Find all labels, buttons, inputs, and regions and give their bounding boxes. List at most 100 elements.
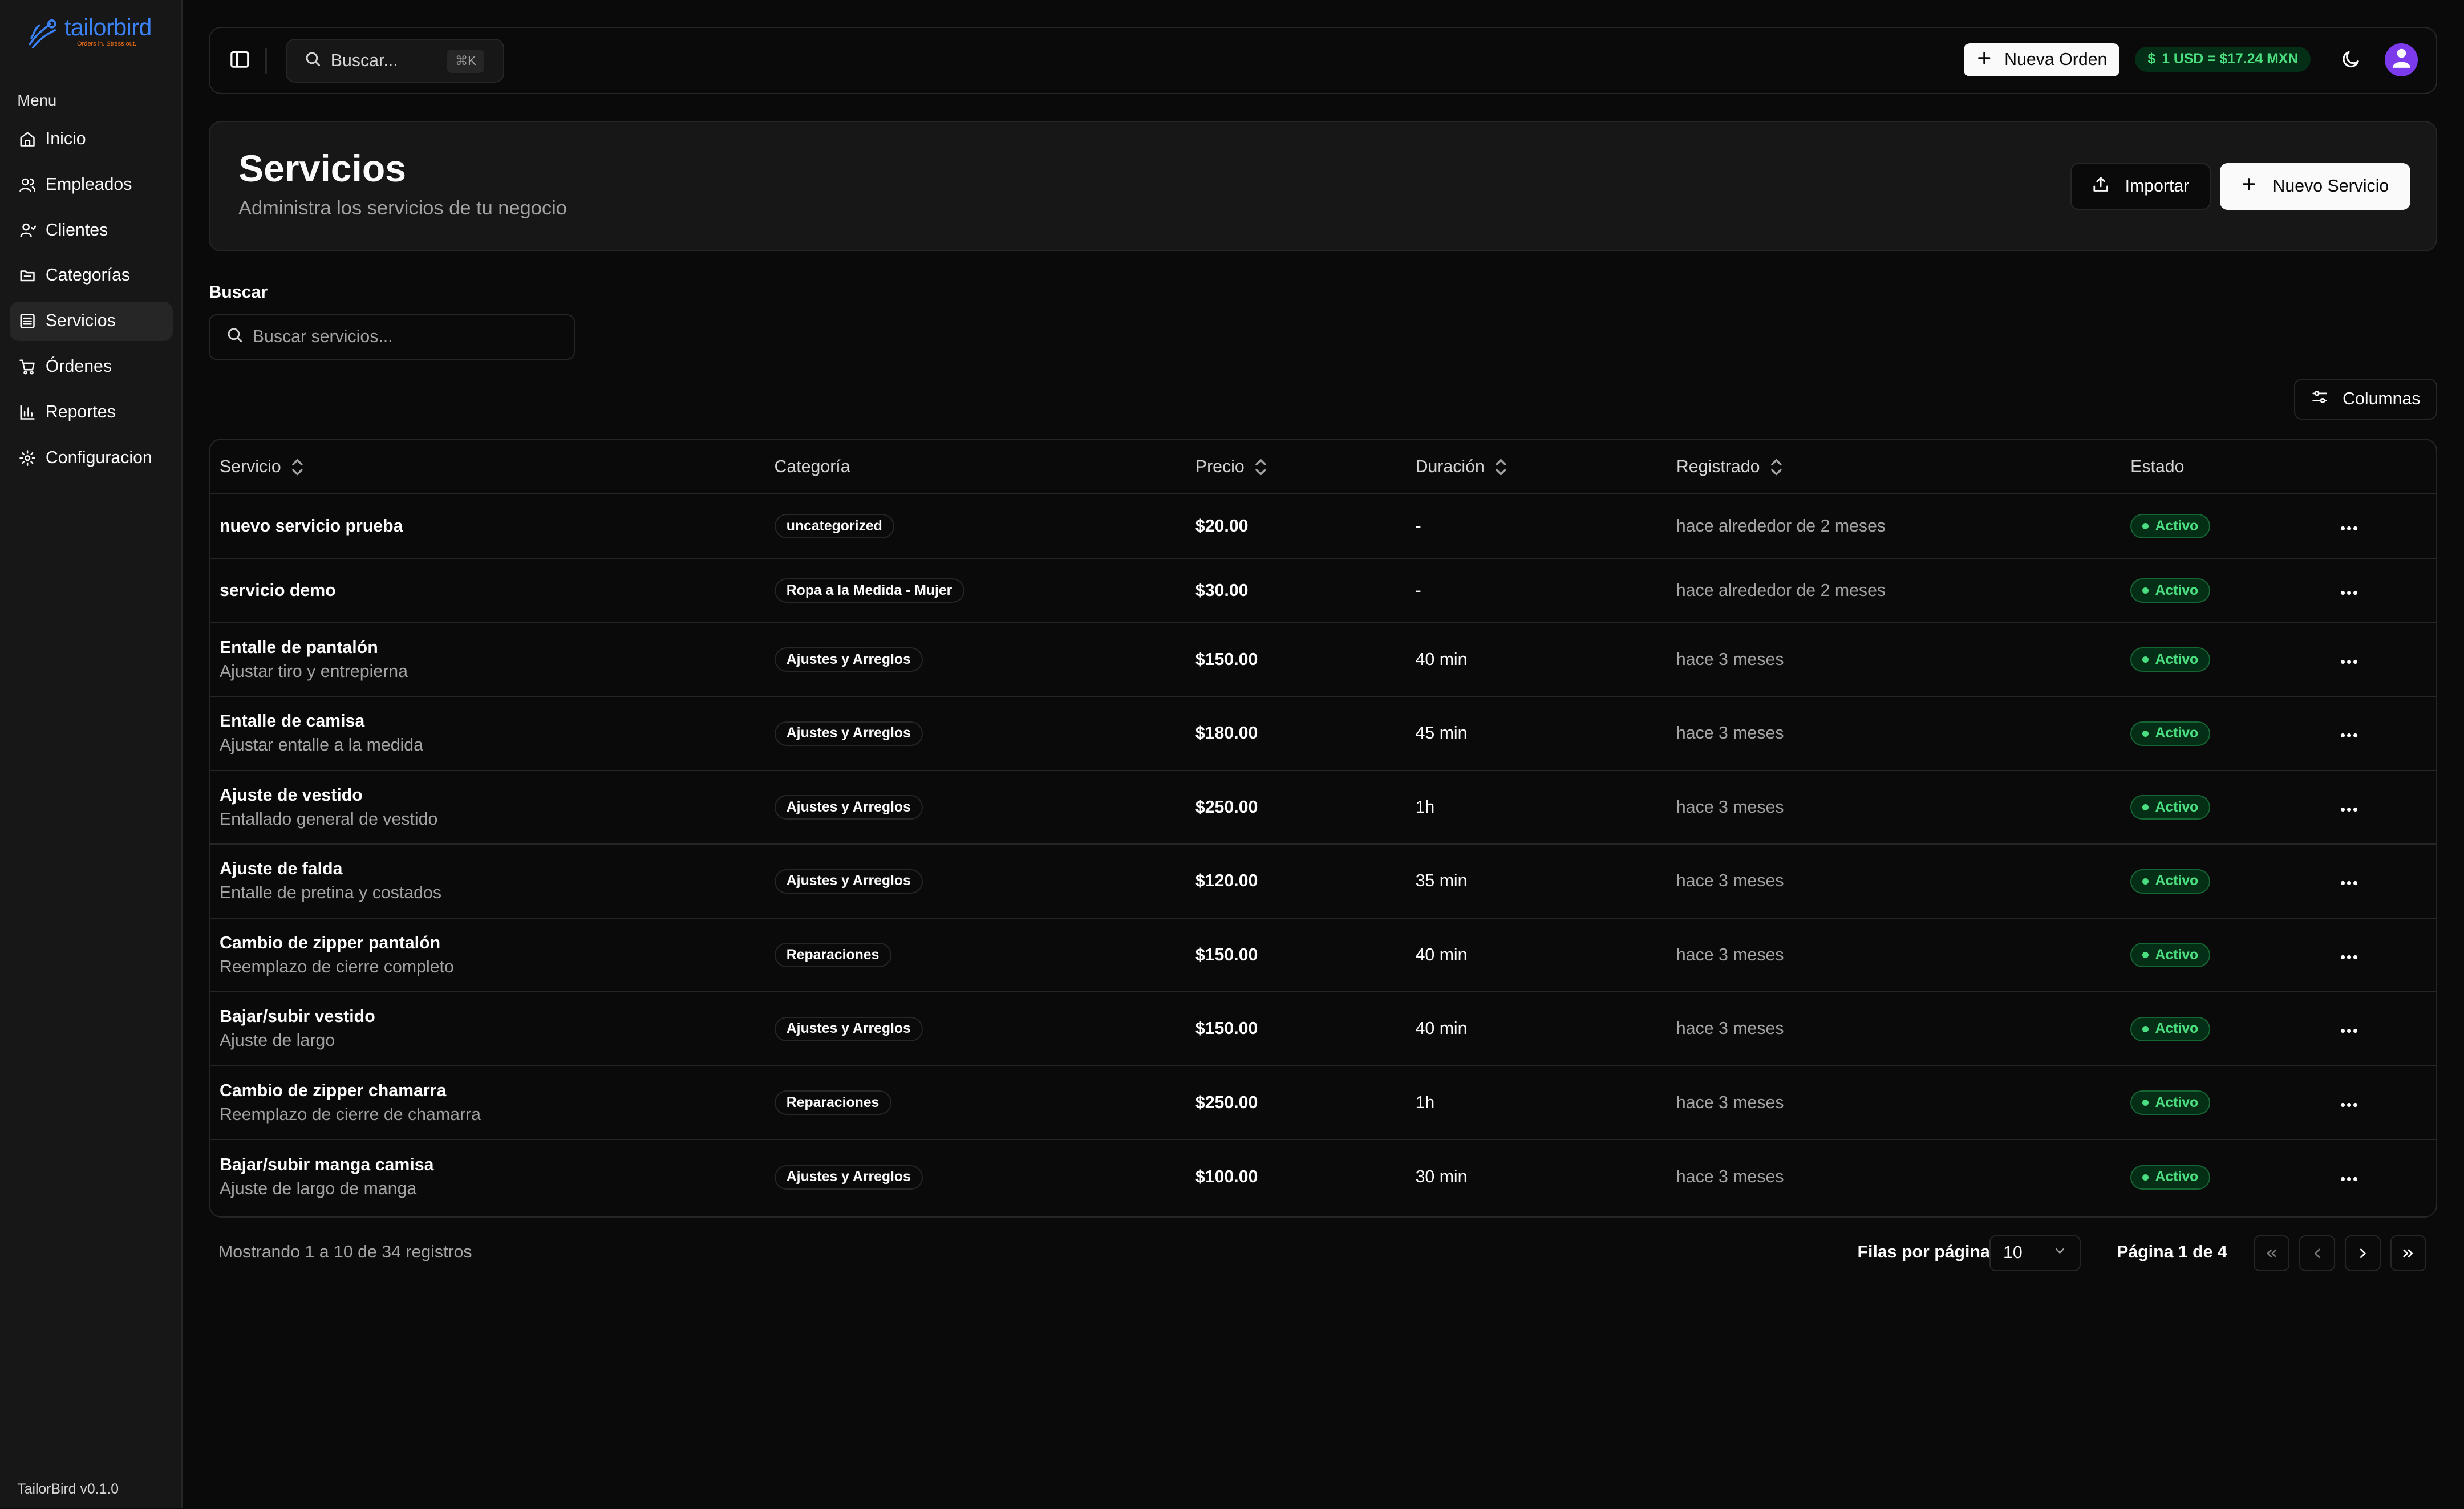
service-cell: Cambio de zipper chamarra Reemplazo de c…	[220, 1066, 481, 1139]
import-button[interactable]: Importar	[2070, 163, 2211, 210]
chevrons-right-icon	[2400, 1239, 2416, 1267]
column-header-registered[interactable]: Registrado	[1676, 440, 1784, 494]
column-header-price[interactable]: Precio	[1195, 440, 1268, 494]
status-label: Activo	[2155, 873, 2199, 889]
moon-icon[interactable]	[2340, 48, 2362, 71]
service-name: Bajar/subir manga camisa	[219, 1155, 434, 1174]
status-label: Activo	[2155, 1094, 2199, 1110]
table-row[interactable]: Ajuste de vestido Entallado general de v…	[210, 771, 2437, 845]
service-search-input[interactable]: Buscar servicios...	[209, 314, 576, 360]
row-actions-button[interactable]	[2340, 494, 2358, 558]
service-description: Reemplazo de cierre de chamarra	[219, 1105, 481, 1124]
rows-per-page-select[interactable]: 10	[1989, 1235, 2081, 1271]
sidebar-item-configuracion[interactable]: Configuracion	[10, 439, 173, 478]
column-header-duration[interactable]: Duración	[1416, 440, 1509, 494]
row-actions-button[interactable]	[2340, 992, 2358, 1065]
service-name: nuevo servicio prueba	[219, 516, 403, 536]
sidebar-item-inicio[interactable]: Inicio	[10, 119, 173, 159]
table-row[interactable]: Ajuste de falda Entalle de pretina y cos…	[210, 845, 2437, 919]
sidebar-nav: Inicio Empleados Clientes Categorías Ser…	[9, 119, 173, 484]
row-actions-button[interactable]	[2340, 697, 2358, 769]
sidebar-item-servicios[interactable]: Servicios	[9, 301, 173, 341]
table-header: Servicio Categoría Precio Duración Regis…	[210, 440, 2437, 495]
column-header-label: Precio	[1195, 457, 1245, 476]
sidebar-item-clientes[interactable]: Clientes	[10, 210, 173, 250]
category-cell: Ajustes y Arreglos	[774, 992, 923, 1065]
previous-page-button[interactable]	[2299, 1235, 2336, 1271]
sidebar-item-ordenes[interactable]: Órdenes	[10, 347, 173, 387]
column-header-label: Registrado	[1676, 457, 1760, 476]
sidebar-toggle-icon[interactable]	[229, 48, 251, 71]
sliders-icon	[2311, 388, 2328, 410]
table-row[interactable]: servicio demo Ropa a la Medida - Mujer $…	[210, 559, 2437, 623]
new-service-button[interactable]: Nuevo Servicio	[2220, 163, 2410, 210]
service-search-placeholder: Buscar servicios...	[252, 327, 393, 346]
new-order-button[interactable]: Nueva Orden	[1964, 43, 2119, 77]
category-cell: Ajustes y Arreglos	[774, 845, 923, 917]
first-page-button[interactable]	[2253, 1235, 2290, 1271]
page-header: Servicios Administra los servicios de tu…	[209, 121, 2438, 252]
row-actions-button[interactable]	[2340, 1066, 2358, 1139]
table-row[interactable]: Bajar/subir manga camisa Ajuste de largo…	[210, 1140, 2436, 1214]
category-badge: Reparaciones	[774, 943, 891, 968]
more-horizontal-icon	[2340, 798, 2358, 817]
table-row[interactable]: Entalle de pantalón Ajustar tiro y entre…	[210, 623, 2437, 697]
bar-chart-icon	[19, 404, 36, 421]
status-label: Activo	[2155, 518, 2199, 534]
status-badge: Activo	[2130, 1165, 2211, 1190]
sidebar-item-categorias[interactable]: Categorías	[10, 256, 173, 295]
status-cell: Activo	[2130, 697, 2211, 769]
table-row[interactable]: Cambio de zipper pantalón Reemplazo de c…	[210, 919, 2437, 993]
sidebar-item-label: Clientes	[45, 220, 108, 240]
registered-cell: hace alrededor de 2 meses	[1676, 516, 1886, 536]
user-avatar[interactable]	[2385, 43, 2418, 77]
category-badge: Ajustes y Arreglos	[774, 647, 923, 672]
sidebar-item-label: Inicio	[45, 129, 86, 148]
more-horizontal-icon	[2340, 1019, 2358, 1039]
registered-cell: hace 3 meses	[1676, 797, 1784, 817]
status-label: Activo	[2155, 1021, 2199, 1037]
row-actions-button[interactable]	[2340, 919, 2358, 991]
category-cell: Reparaciones	[774, 1066, 891, 1139]
status-dot-icon	[2142, 656, 2149, 663]
category-badge: Ajustes y Arreglos	[774, 1165, 923, 1190]
cart-icon	[19, 358, 36, 375]
page-title: Servicios	[238, 148, 407, 190]
service-description: Entallado general de vestido	[219, 809, 438, 829]
table-row[interactable]: nuevo servicio prueba uncategorized $20.…	[210, 494, 2437, 559]
status-badge: Activo	[2130, 578, 2211, 603]
status-dot-icon	[2142, 952, 2149, 959]
column-header-category: Categoría	[775, 440, 850, 494]
row-actions-button[interactable]	[2340, 559, 2358, 622]
table-row[interactable]: Cambio de zipper chamarra Reemplazo de c…	[210, 1066, 2437, 1141]
last-page-button[interactable]	[2390, 1235, 2426, 1271]
status-label: Activo	[2155, 947, 2199, 963]
column-header-label: Estado	[2130, 457, 2185, 476]
price-cell: $150.00	[1195, 1019, 1258, 1039]
sidebar-item-empleados[interactable]: Empleados	[10, 165, 173, 204]
status-label: Activo	[2155, 582, 2199, 598]
price-cell: $180.00	[1195, 724, 1258, 743]
table-row[interactable]: Entalle de camisa Ajustar entalle a la m…	[210, 697, 2437, 771]
price-cell: $150.00	[1195, 945, 1258, 964]
row-actions-button[interactable]	[2340, 1140, 2358, 1214]
service-cell: nuevo servicio prueba	[220, 494, 403, 558]
status-badge: Activo	[2130, 721, 2211, 746]
sidebar-item-reportes[interactable]: Reportes	[10, 393, 173, 432]
columns-button[interactable]: Columnas	[2294, 378, 2438, 420]
status-dot-icon	[2142, 1025, 2149, 1032]
global-search-placeholder: Buscar...	[330, 51, 398, 70]
global-search-button[interactable]: Buscar... ⌘K	[285, 39, 504, 83]
next-page-button[interactable]	[2344, 1235, 2381, 1271]
row-actions-button[interactable]	[2340, 623, 2358, 696]
top-bar: Buscar... ⌘K Nueva Orden $ 1 USD = $17.2…	[209, 26, 2438, 95]
new-service-label: Nuevo Servicio	[2272, 177, 2389, 196]
logo[interactable]: tailorbird Orders in. Stress out.	[25, 15, 152, 57]
status-cell: Activo	[2130, 559, 2211, 622]
row-actions-button[interactable]	[2340, 771, 2358, 843]
row-actions-button[interactable]	[2340, 845, 2358, 917]
rows-per-page-label: Filas por página	[1857, 1243, 1990, 1262]
table-row[interactable]: Bajar/subir vestido Ajuste de largo Ajus…	[210, 992, 2437, 1066]
column-header-service[interactable]: Servicio	[220, 440, 305, 494]
registered-cell: hace 3 meses	[1676, 724, 1784, 743]
